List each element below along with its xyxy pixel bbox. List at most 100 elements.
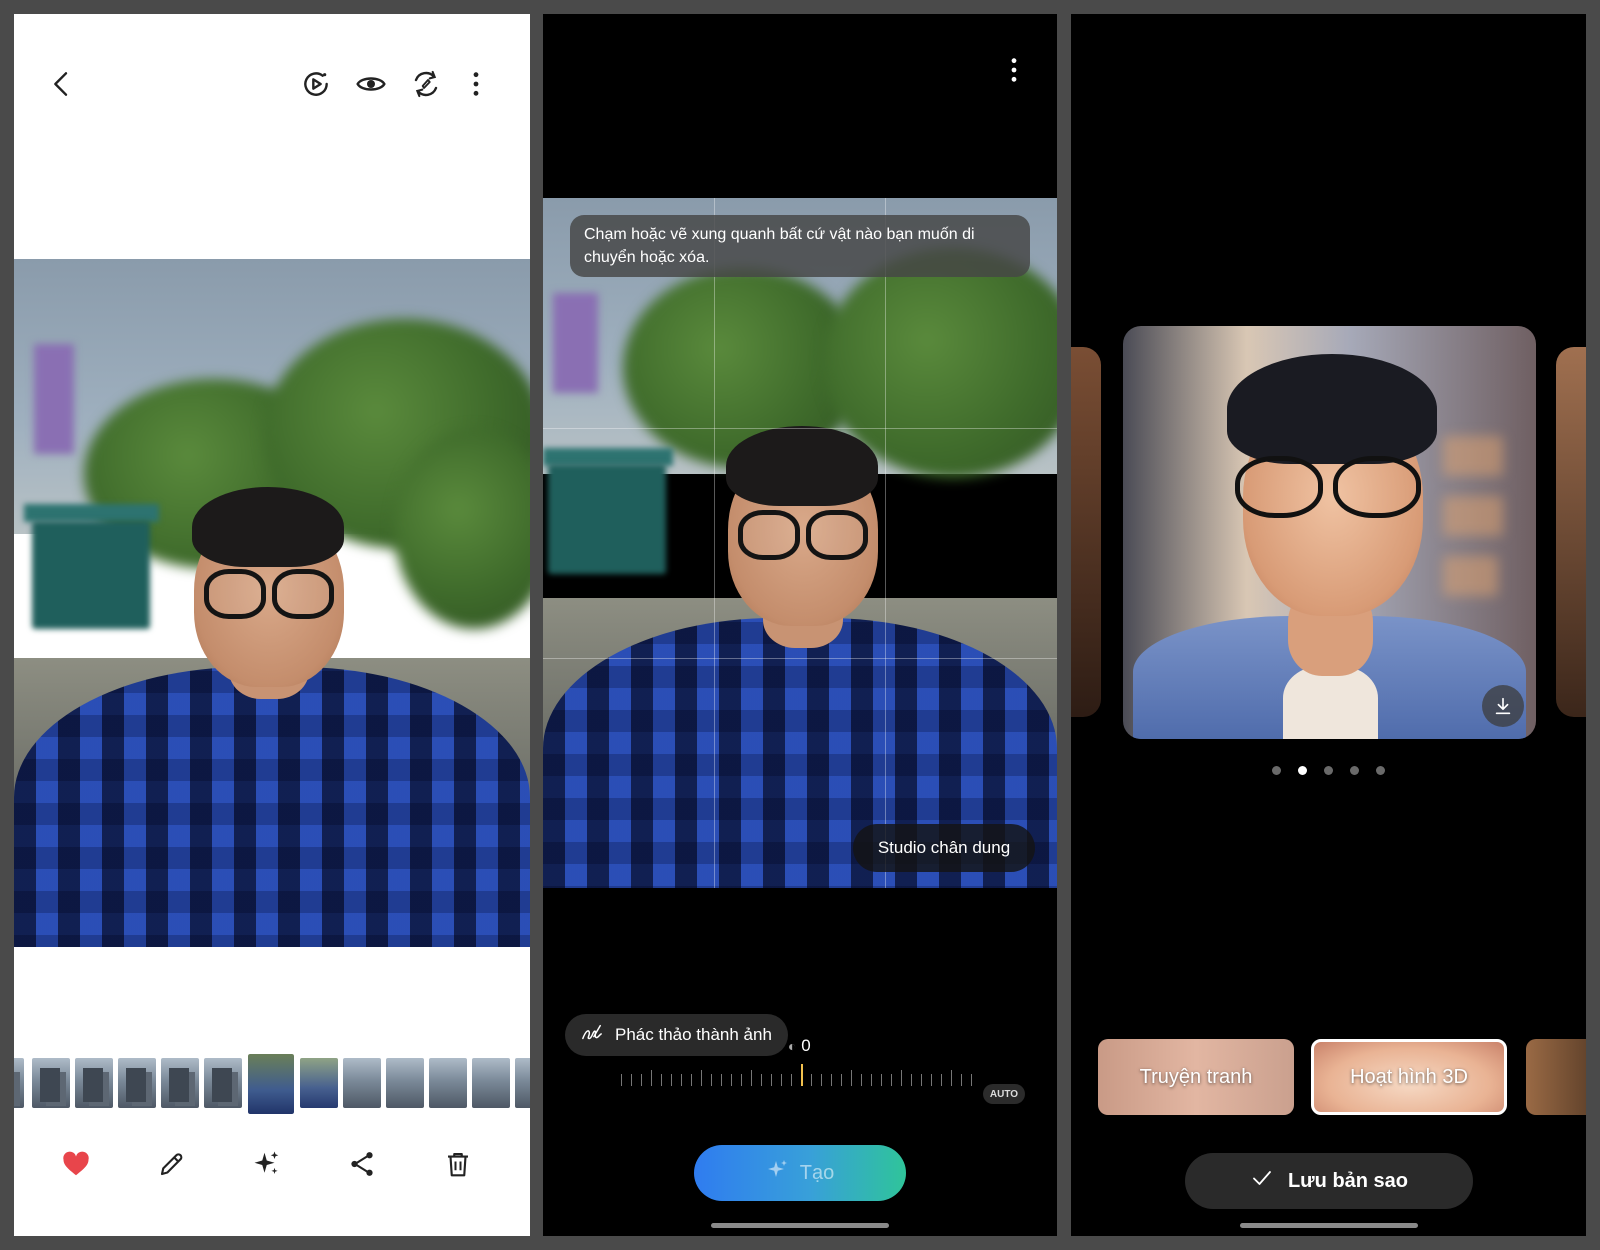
create-label: Tạo: [799, 1161, 835, 1184]
thumbnail[interactable]: [14, 1058, 24, 1108]
thumbnail-strip[interactable]: [14, 1054, 530, 1114]
trash-icon[interactable]: [438, 1144, 478, 1184]
slider-tick: [891, 1074, 892, 1086]
slider-tick: [711, 1074, 712, 1086]
slider-tick: [631, 1074, 632, 1086]
style-option-next[interactable]: M: [1526, 1039, 1586, 1115]
edit-canvas[interactable]: [543, 198, 1057, 888]
page-dot[interactable]: [1272, 766, 1281, 775]
style-label: Truyện tranh: [1139, 1065, 1253, 1088]
slider-tick: [671, 1074, 672, 1086]
home-indicator: [711, 1223, 889, 1228]
slider-tick: [661, 1074, 662, 1086]
page-dot[interactable]: [1298, 766, 1307, 775]
previous-result-card[interactable]: [1071, 347, 1101, 717]
main-photo[interactable]: [14, 259, 530, 947]
heart-icon[interactable]: [56, 1144, 96, 1184]
slider-tick: [831, 1074, 832, 1086]
pencil-icon[interactable]: [152, 1144, 192, 1184]
slider-tick: [691, 1074, 692, 1086]
slider-tick: [971, 1074, 972, 1086]
slider-tick: [761, 1074, 762, 1086]
slider-tick: [681, 1074, 682, 1086]
grid-line: [885, 198, 886, 888]
adjustment-slider[interactable]: [621, 1064, 972, 1086]
sparkle-icon[interactable]: [247, 1144, 287, 1184]
auto-badge[interactable]: AUTO: [983, 1084, 1025, 1104]
remaster-icon[interactable]: [406, 64, 446, 104]
more-vertical-icon[interactable]: [456, 64, 496, 104]
slider-tick: [921, 1074, 922, 1086]
slider-tick: [721, 1074, 722, 1086]
slider-tick: [751, 1070, 752, 1086]
viewer-bottom-bar: [14, 1134, 530, 1194]
thumbnail[interactable]: [300, 1058, 338, 1108]
thumbnail[interactable]: [386, 1058, 424, 1108]
back-icon[interactable]: [42, 64, 82, 104]
slider-tick: [621, 1074, 622, 1086]
eye-icon[interactable]: [351, 64, 391, 104]
page-dot[interactable]: [1376, 766, 1385, 775]
slider-thumb: [801, 1064, 803, 1086]
slider-tick: [881, 1074, 882, 1086]
check-icon: [1250, 1166, 1274, 1196]
style-option-3d-cartoon[interactable]: Hoạt hình 3D: [1311, 1039, 1507, 1115]
instruction-tooltip: Chạm hoặc vẽ xung quanh bất cứ vật nào b…: [570, 215, 1030, 277]
slider-tick: [901, 1070, 902, 1086]
thumbnail[interactable]: [429, 1058, 467, 1108]
sketch-icon: [579, 1022, 605, 1049]
page-indicator: [1071, 766, 1586, 775]
style-label: Hoạt hình 3D: [1350, 1065, 1468, 1088]
thumbnail[interactable]: [161, 1058, 199, 1108]
slider-tick: [871, 1074, 872, 1086]
portrait-result-panel: Truyện tranh Hoạt hình 3D M Lưu bản sao: [1071, 14, 1586, 1236]
slider-tick: [781, 1074, 782, 1086]
grid-line: [543, 658, 1057, 659]
next-result-card[interactable]: [1556, 347, 1586, 717]
slider-tick: [741, 1074, 742, 1086]
slider-tick: [701, 1070, 702, 1086]
slider-tick: [821, 1074, 822, 1086]
more-vertical-icon[interactable]: [994, 50, 1034, 90]
adjustment-value-number: 0: [801, 1036, 811, 1055]
home-indicator: [1239, 1223, 1418, 1228]
thumbnail[interactable]: [204, 1058, 242, 1108]
style-option-comic[interactable]: Truyện tranh: [1098, 1039, 1294, 1115]
page-dot[interactable]: [1350, 766, 1359, 775]
create-button[interactable]: Tạo: [694, 1145, 906, 1201]
thumbnail[interactable]: [515, 1058, 530, 1108]
thumbnail-selected[interactable]: [247, 1054, 295, 1114]
slider-tick: [641, 1074, 642, 1086]
slider-tick: [731, 1074, 732, 1086]
save-copy-button[interactable]: Lưu bản sao: [1185, 1153, 1473, 1209]
slider-tick: [941, 1074, 942, 1086]
thumbnail[interactable]: [75, 1058, 113, 1108]
thumbnail[interactable]: [118, 1058, 156, 1108]
result-image-card[interactable]: [1123, 326, 1536, 739]
slider-tick: [861, 1074, 862, 1086]
thumbnail[interactable]: [32, 1058, 70, 1108]
thumbnail[interactable]: [343, 1058, 381, 1108]
save-copy-label: Lưu bản sao: [1287, 1169, 1409, 1192]
slider-tick: [651, 1070, 652, 1086]
slider-tick: [951, 1070, 952, 1086]
grid-line: [543, 428, 1057, 429]
edit-panel: Chạm hoặc vẽ xung quanh bất cứ vật nào b…: [543, 14, 1057, 1236]
portrait-studio-label: Studio chân dung: [877, 838, 1011, 857]
download-button[interactable]: [1482, 685, 1524, 727]
sparkle-icon: [766, 1158, 790, 1188]
contrast-icon: ◐: [788, 1038, 797, 1054]
sketch-to-image-button[interactable]: Phác thảo thành ảnh: [565, 1014, 788, 1056]
gallery-viewer-panel: [14, 14, 530, 1236]
slider-tick: [841, 1074, 842, 1086]
slider-tick: [911, 1074, 912, 1086]
download-icon: [1495, 697, 1511, 715]
sketch-to-image-label: Phác thảo thành ảnh: [615, 1025, 772, 1044]
slider-tick: [811, 1074, 812, 1086]
share-icon[interactable]: [342, 1144, 382, 1184]
page-dot[interactable]: [1324, 766, 1333, 775]
portrait-studio-button[interactable]: Studio chân dung: [853, 824, 1035, 872]
thumbnail[interactable]: [472, 1058, 510, 1108]
motion-photo-icon[interactable]: [296, 64, 336, 104]
slider-tick: [961, 1074, 962, 1086]
